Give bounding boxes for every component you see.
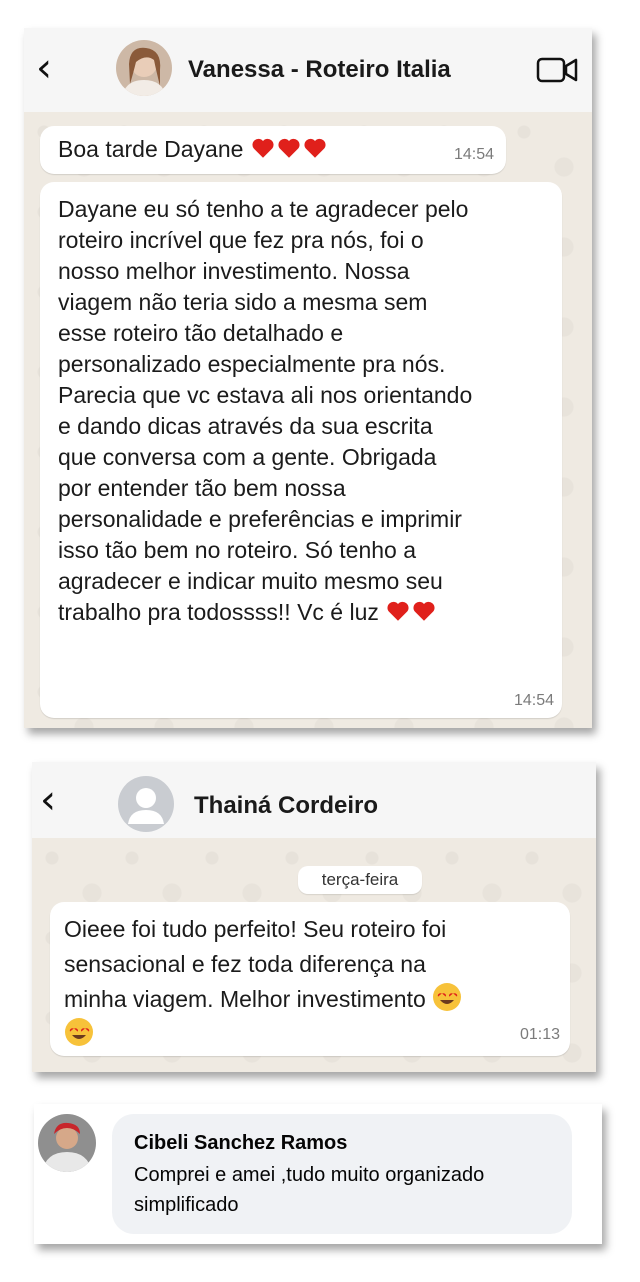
contact-avatar-placeholder[interactable]: [118, 776, 174, 832]
message-line: esse roteiro tão detalhado e: [58, 320, 344, 346]
heart-eyes-emoji-icon: [64, 1018, 94, 1047]
message-bubble[interactable]: Boa tarde Dayane 14:54: [40, 126, 506, 174]
comment-author[interactable]: Cibeli Sanchez Ramos: [134, 1132, 347, 1155]
message-line: isso tão bem no roteiro. Só tenho a: [58, 537, 416, 563]
message-time: 01:13: [520, 1026, 561, 1043]
contact-name[interactable]: Thainá Cordeiro: [194, 792, 378, 820]
chat-header: ‹ Thainá Cordeiro: [32, 762, 596, 838]
comment-line: Comprei e amei ,tudo muito organizado: [134, 1164, 485, 1186]
contact-name[interactable]: Vanessa - Roteiro Italia: [188, 56, 451, 84]
message-line: personalizado especialmente pra nós.: [58, 351, 446, 377]
message-time: 14:54: [514, 692, 555, 709]
date-divider: terça-feira: [298, 866, 422, 894]
message-line: nosso melhor investimento. Nossa: [58, 258, 410, 284]
message-line: roteiro incrível que fez pra nós, foi o: [58, 227, 424, 253]
video-call-icon[interactable]: [536, 56, 578, 84]
message-line: por entender tão bem nossa: [58, 475, 346, 501]
message-line: e dando dicas através da sua escrita: [58, 413, 433, 439]
default-user-icon: [128, 788, 164, 824]
message-line: Dayane eu só tenho a te agradecer pelo: [58, 196, 469, 222]
heart-emoji-icon: [385, 599, 437, 625]
comment-screenshot: Cibeli Sanchez Ramos Comprei e amei ,tud…: [34, 1104, 602, 1244]
avatar-photo: [116, 40, 172, 96]
heart-eyes-emoji-icon: [432, 983, 462, 1012]
message-line: Oieee foi tudo perfeito! Seu roteiro foi: [64, 916, 447, 942]
message-time: 14:54: [454, 146, 495, 163]
message-text: Boa tarde Dayane: [58, 136, 244, 162]
message-line: viagem não teria sido a mesma sem: [58, 289, 428, 315]
message-line: personalidade e preferências e imprimir: [58, 506, 462, 532]
message-line: agradecer e indicar muito mesmo seu: [58, 568, 443, 594]
message-line: minha viagem. Melhor investimento: [64, 986, 426, 1012]
comment-line: simplificado: [134, 1194, 239, 1216]
contact-avatar[interactable]: [116, 40, 172, 96]
back-chevron-icon[interactable]: ‹: [36, 48, 52, 88]
chat-screenshot-vanessa: ‹ Vanessa - Roteiro Italia Boa tarde Day…: [24, 28, 592, 728]
back-chevron-icon[interactable]: ‹: [40, 780, 56, 820]
message-line: trabalho pra todossss!! Vc é luz: [58, 599, 379, 625]
message-line: Parecia que vc estava ali nos orientando: [58, 382, 473, 408]
message-line: sensacional e fez toda diferença na: [64, 951, 426, 977]
avatar-photo: [38, 1114, 96, 1172]
commenter-avatar[interactable]: [38, 1114, 96, 1172]
message-bubble[interactable]: Oieee foi tudo perfeito! Seu roteiro foi…: [50, 902, 570, 1056]
chat-header: ‹ Vanessa - Roteiro Italia: [24, 28, 592, 112]
comment-bubble[interactable]: Cibeli Sanchez Ramos Comprei e amei ,tud…: [112, 1114, 572, 1234]
message-bubble[interactable]: Dayane eu só tenho a te agradecer pelo r…: [40, 182, 562, 718]
heart-emoji-icon: [250, 136, 328, 162]
chat-screenshot-thaina: ‹ Thainá Cordeiro terça-feira Oieee foi …: [32, 762, 596, 1072]
message-line: que conversa com a gente. Obrigada: [58, 444, 437, 470]
